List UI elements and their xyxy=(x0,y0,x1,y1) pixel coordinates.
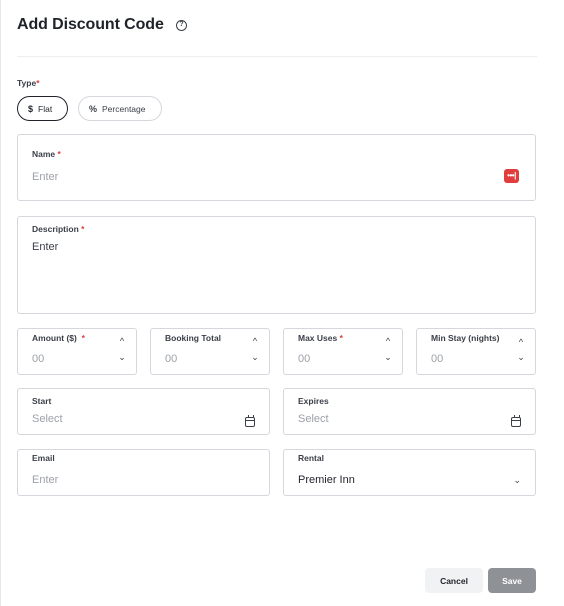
decrement-icon[interactable]: ⌄ xyxy=(516,353,526,362)
description-label: Description * xyxy=(32,224,85,234)
increment-icon[interactable]: ^ xyxy=(383,337,393,346)
decrement-icon[interactable]: ⌄ xyxy=(117,353,127,362)
name-field[interactable]: Name * Enter •••| xyxy=(17,134,536,201)
rental-label: Rental xyxy=(298,453,324,463)
percent-icon: % xyxy=(89,103,98,114)
password-key-icon[interactable]: •••| xyxy=(504,169,519,183)
max-uses-input[interactable]: 00 xyxy=(298,353,310,365)
page-title: Add Discount Code xyxy=(17,16,164,33)
type-flat-label: Flat xyxy=(38,103,53,114)
type-percentage-label: Percentage xyxy=(102,103,146,114)
increment-icon[interactable]: ^ xyxy=(117,337,127,346)
header-divider xyxy=(17,56,537,57)
email-label: Email xyxy=(32,453,55,463)
amount-label: Amount ($) * xyxy=(32,333,85,343)
name-label: Name * xyxy=(32,149,61,159)
save-button[interactable]: Save xyxy=(488,568,536,593)
type-percentage-chip[interactable]: % Percentage xyxy=(78,96,162,121)
calendar-icon[interactable] xyxy=(245,414,255,427)
booking-total-input[interactable]: 00 xyxy=(165,353,177,365)
decrement-icon[interactable]: ⌄ xyxy=(250,353,260,362)
min-stay-label: Min Stay (nights) xyxy=(431,333,500,343)
calendar-icon[interactable] xyxy=(511,414,521,427)
add-discount-panel: Add Discount Code ? Type* $ Flat % Perce… xyxy=(0,0,564,606)
max-uses-stepper[interactable]: Max Uses * 00 ^ ⌄ xyxy=(283,328,403,375)
type-label: Type* xyxy=(17,78,40,88)
min-stay-stepper[interactable]: Min Stay (nights) 00 ^ ⌄ xyxy=(416,328,536,375)
start-date-input[interactable]: Select xyxy=(32,413,63,425)
help-icon[interactable]: ? xyxy=(176,20,187,31)
amount-stepper[interactable]: Amount ($) * 00 ^ ⌄ xyxy=(17,328,137,375)
start-date-field[interactable]: Start Select xyxy=(17,388,270,435)
name-input[interactable]: Enter xyxy=(32,171,58,183)
description-textarea[interactable]: Enter xyxy=(32,241,58,253)
cancel-button[interactable]: Cancel xyxy=(425,568,483,593)
amount-input[interactable]: 00 xyxy=(32,353,44,365)
booking-total-stepper[interactable]: Booking Total 00 ^ ⌄ xyxy=(150,328,270,375)
expires-date-input[interactable]: Select xyxy=(298,413,329,425)
type-flat-chip[interactable]: $ Flat xyxy=(17,96,68,121)
max-uses-label: Max Uses * xyxy=(298,333,343,343)
email-input[interactable]: Enter xyxy=(32,474,58,486)
expires-date-field[interactable]: Expires Select xyxy=(283,388,536,435)
booking-total-label: Booking Total xyxy=(165,333,222,343)
min-stay-input[interactable]: 00 xyxy=(431,353,443,365)
email-field[interactable]: Email Enter xyxy=(17,449,270,496)
increment-icon[interactable]: ^ xyxy=(250,337,260,346)
rental-select[interactable]: Rental Premier Inn ⌄ xyxy=(283,449,536,496)
rental-selected-value: Premier Inn xyxy=(298,474,355,486)
description-field[interactable]: Description * Enter xyxy=(17,216,536,314)
increment-icon[interactable]: ^ xyxy=(516,338,526,347)
decrement-icon[interactable]: ⌄ xyxy=(383,353,393,362)
required-mark: * xyxy=(36,78,40,88)
expires-label: Expires xyxy=(298,396,329,406)
dollar-icon: $ xyxy=(28,103,34,114)
chevron-down-icon[interactable]: ⌄ xyxy=(513,475,521,486)
start-label: Start xyxy=(32,396,52,406)
